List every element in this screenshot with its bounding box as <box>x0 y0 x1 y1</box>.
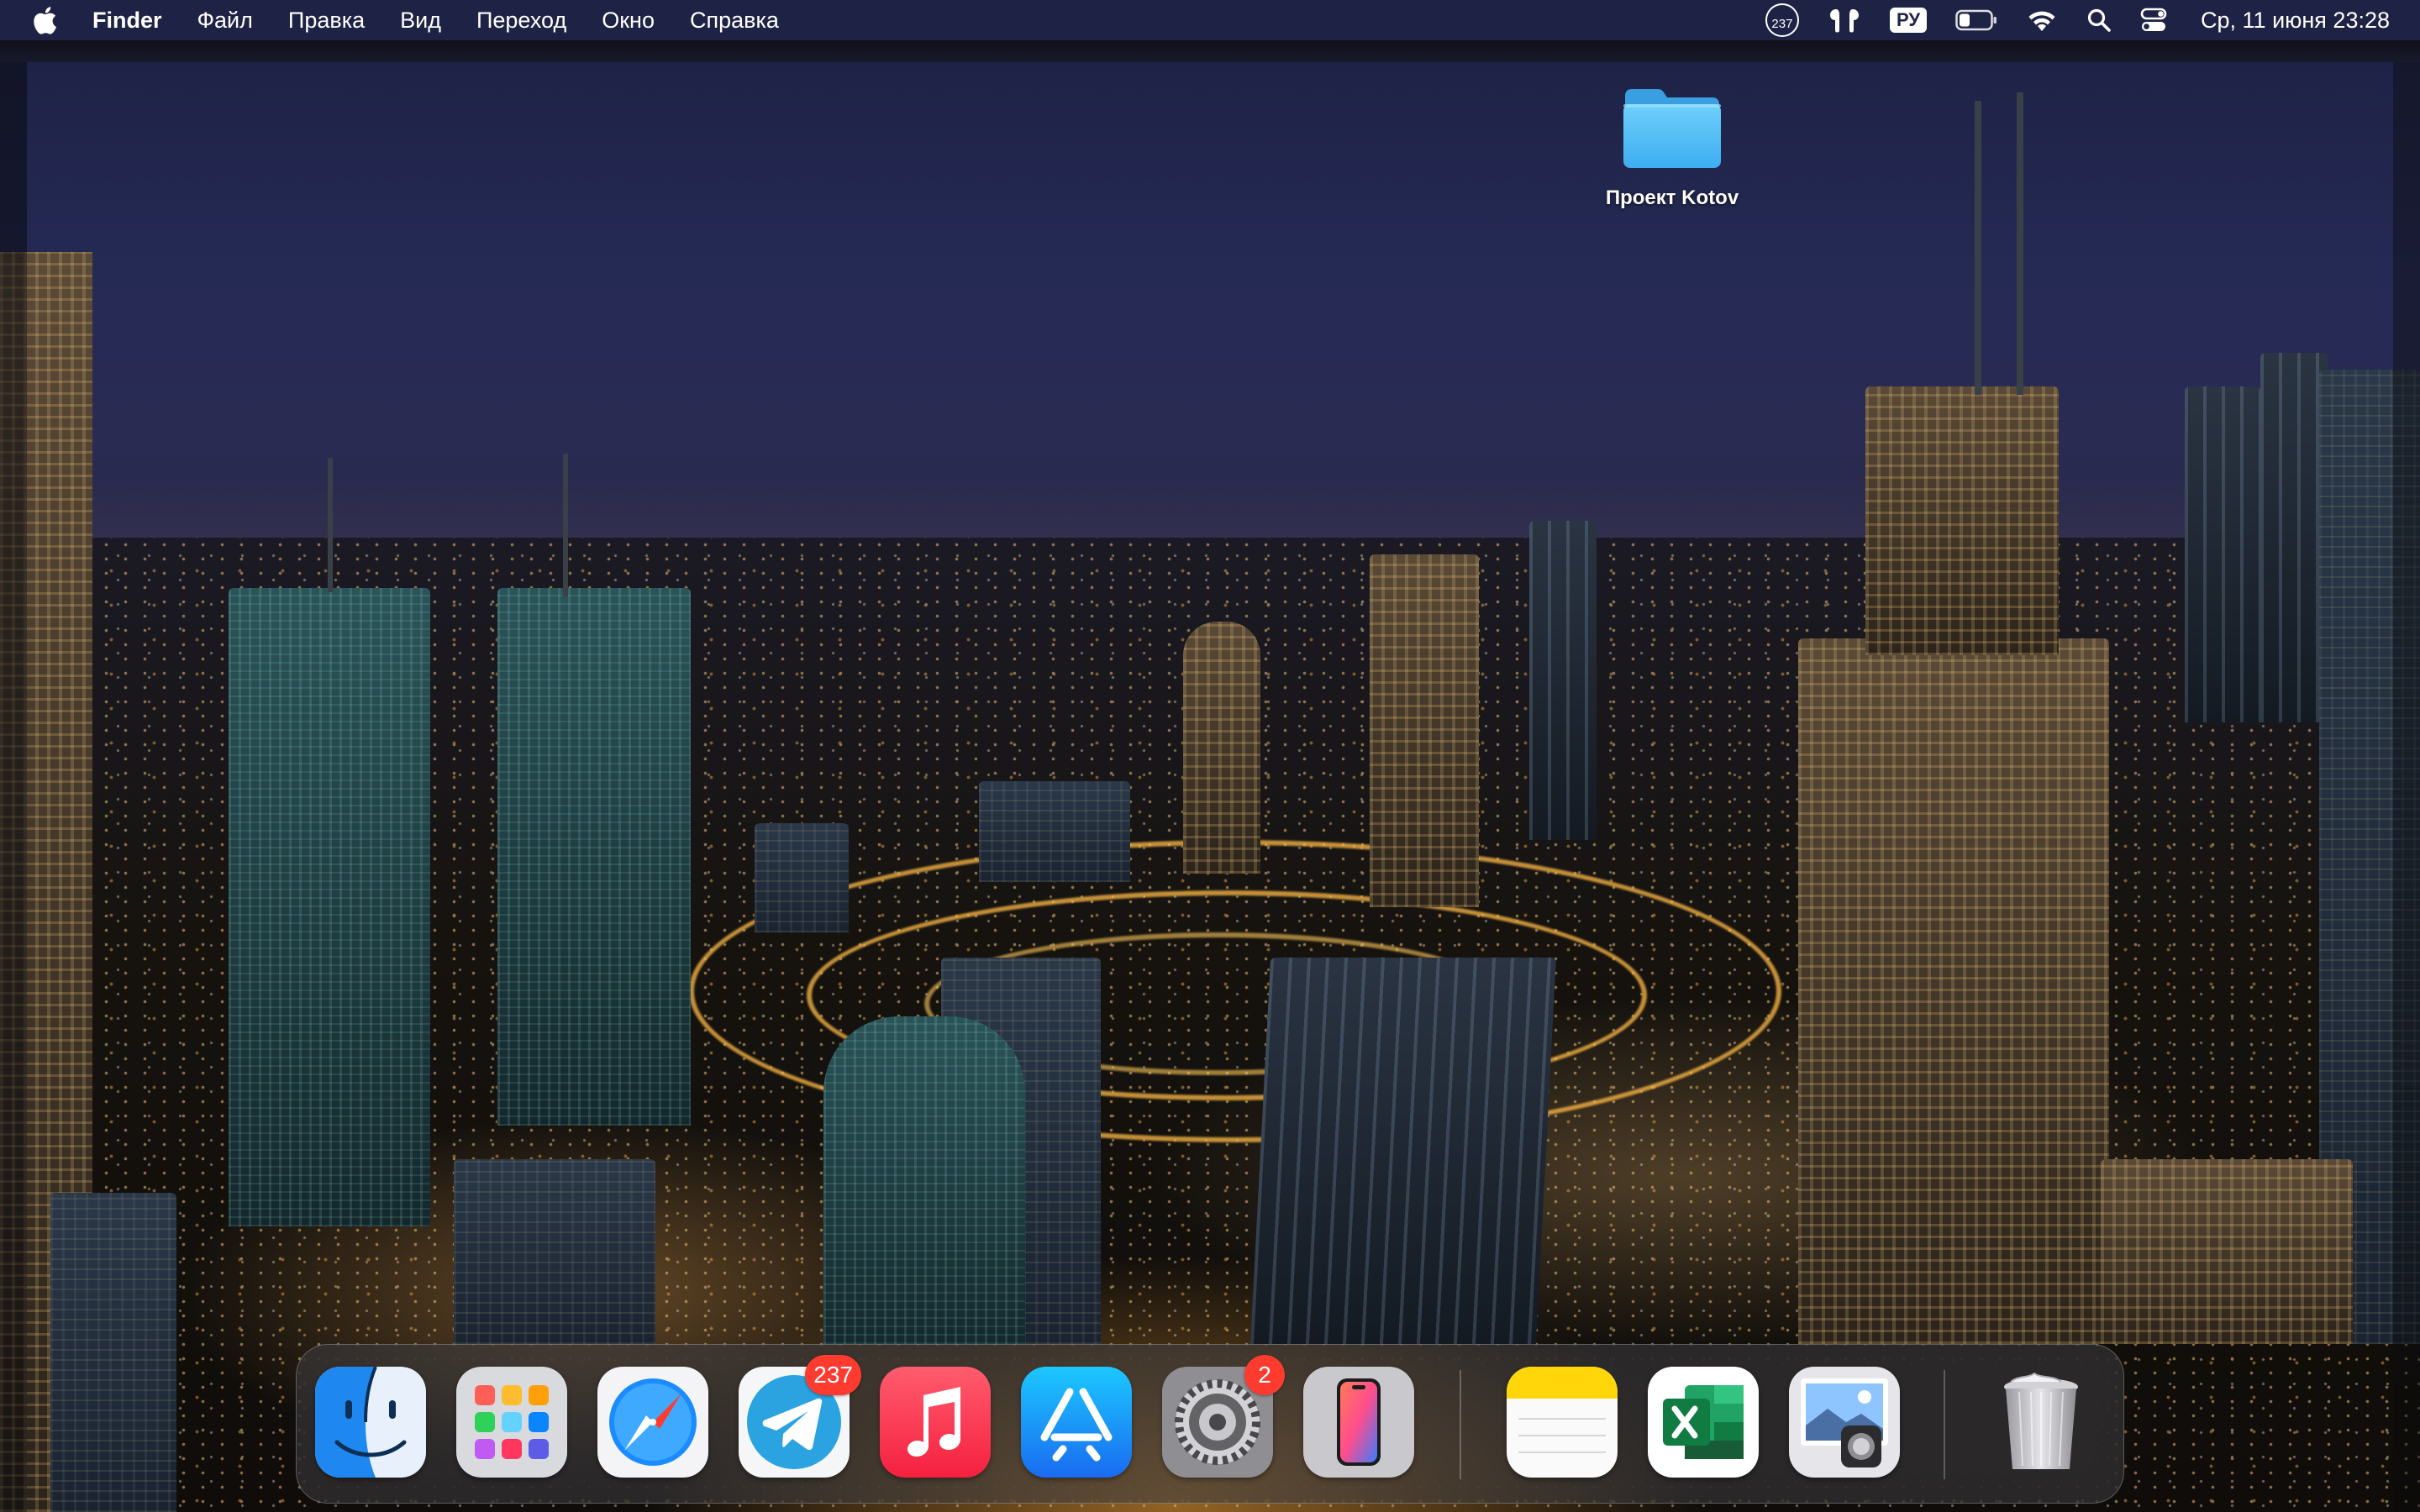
menu-bar: Finder Файл Правка Вид Переход Окно Спра… <box>0 0 2420 40</box>
safari-icon <box>597 1367 708 1478</box>
input-source-menu[interactable]: РУ <box>1889 8 1928 33</box>
preview-icon <box>1789 1367 1900 1478</box>
wallpaper-tower <box>755 823 849 932</box>
wallpaper-tower <box>1183 622 1260 874</box>
dock-app-safari[interactable] <box>597 1367 708 1478</box>
dock-app-music[interactable] <box>880 1367 991 1478</box>
menu-bar-left: Finder Файл Правка Вид Переход Окно Спра… <box>32 6 814 34</box>
wallpaper-tower <box>2101 1159 2353 1344</box>
wallpaper-tower <box>454 1159 655 1344</box>
menu-go[interactable]: Переход <box>476 8 566 34</box>
dock-separator <box>1460 1370 1461 1479</box>
trash-icon <box>1986 1367 2096 1478</box>
wallpaper-tower <box>1249 958 1557 1344</box>
dock-app-iphone-mirroring[interactable] <box>1303 1367 1414 1478</box>
menu-app-name[interactable]: Finder <box>92 8 162 34</box>
menu-bar-status: 237 РУ Ср, 11 июня 23:28 <box>1737 3 2390 37</box>
airpods-icon[interactable] <box>1828 6 1861 34</box>
wallpaper-tower <box>1529 521 1597 840</box>
dock-app-system-settings[interactable]: 2 <box>1162 1355 1285 1478</box>
window-right-edge <box>2393 62 2420 1512</box>
wallpaper-tower <box>2260 353 2328 722</box>
dock-app-finder[interactable] <box>315 1367 426 1478</box>
dock-app-app-store[interactable] <box>1021 1367 1132 1478</box>
dock: 237 2 <box>296 1344 2124 1504</box>
dock-app-launchpad[interactable] <box>456 1367 567 1478</box>
dock-app-preview[interactable] <box>1789 1367 1900 1478</box>
menu-edit[interactable]: Правка <box>288 8 365 34</box>
wallpaper-spire <box>1975 101 1981 395</box>
spotlight-search-icon[interactable] <box>2086 8 2112 33</box>
menu-view[interactable]: Вид <box>400 8 441 34</box>
wallpaper-tower <box>2185 386 2260 722</box>
wallpaper-crane <box>328 458 333 592</box>
notes-icon <box>1507 1367 1618 1478</box>
launchpad-icon <box>456 1367 567 1478</box>
notification-badge: 2 <box>1244 1355 1285 1395</box>
window-top-edge <box>0 40 2420 62</box>
iphone-mirroring-icon <box>1303 1367 1414 1478</box>
battery-icon[interactable] <box>1955 9 1997 31</box>
menu-window[interactable]: Окно <box>602 8 655 34</box>
menu-file[interactable]: Файл <box>197 8 253 34</box>
wallpaper-tower <box>1865 386 2059 655</box>
input-language-badge: РУ <box>1889 8 1928 33</box>
music-icon <box>880 1367 991 1478</box>
finder-icon <box>315 1367 426 1478</box>
excel-icon <box>1648 1367 1759 1478</box>
apple-logo-icon[interactable] <box>32 6 57 34</box>
wallpaper-spire <box>2017 92 2023 395</box>
wallpaper-tower <box>1370 554 1479 907</box>
wallpaper-tower <box>50 1193 176 1512</box>
notification-badge: 237 <box>805 1355 861 1395</box>
wifi-icon[interactable] <box>2026 8 2058 33</box>
menu-bar-clock[interactable]: Ср, 11 июня 23:28 <box>2201 8 2390 34</box>
menu-help[interactable]: Справка <box>690 8 779 34</box>
wallpaper-crane <box>563 454 568 596</box>
wallpaper-tower <box>979 781 1130 882</box>
dock-separator <box>1944 1370 1945 1479</box>
wallpaper-tower <box>823 1016 1025 1344</box>
desktop-folder-label: Проект Kotov <box>1605 186 1739 209</box>
dock-app-telegram[interactable]: 237 <box>739 1355 861 1478</box>
dock-app-notes[interactable] <box>1507 1367 1618 1478</box>
desktop-folder-item[interactable]: Проект Kotov <box>1588 84 1756 210</box>
app-store-icon <box>1021 1367 1132 1478</box>
desktop-wallpaper <box>0 0 2420 1512</box>
dock-app-trash[interactable] <box>1986 1367 2096 1478</box>
wallpaper-tower <box>1798 638 2109 1344</box>
workspace-badge: 237 <box>1765 3 1799 37</box>
window-left-edge <box>0 62 27 1512</box>
wallpaper-tower <box>229 588 430 1226</box>
wallpaper-tower <box>497 588 691 1126</box>
folder-icon <box>1623 89 1721 168</box>
workspace-counter[interactable]: 237 <box>1765 3 1799 37</box>
control-center-icon[interactable] <box>2140 8 2167 33</box>
dock-app-excel[interactable] <box>1648 1367 1759 1478</box>
